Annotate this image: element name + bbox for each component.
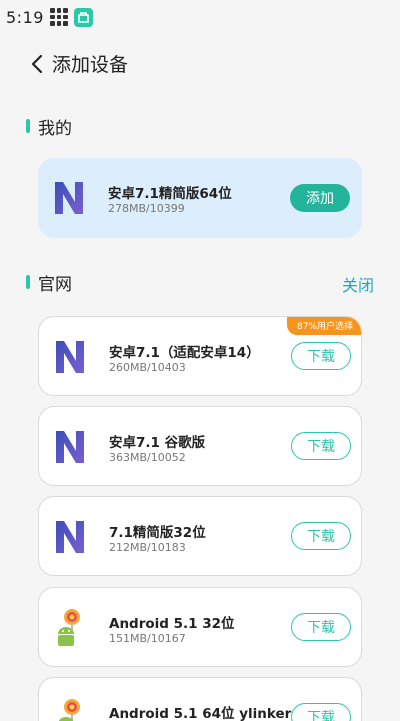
grid-icon bbox=[49, 8, 68, 26]
back-arrow-icon[interactable] bbox=[26, 52, 50, 76]
device-meta: 278MB/10399 bbox=[108, 202, 185, 215]
device-meta: 151MB/10167 bbox=[109, 632, 186, 645]
android-n-logo-icon bbox=[53, 429, 87, 465]
official-device-card[interactable]: 安卓7.1 谷歌版 363MB/10052 下载 bbox=[38, 406, 362, 486]
device-meta: 260MB/10403 bbox=[109, 361, 186, 374]
download-button[interactable]: 下载 bbox=[291, 432, 351, 460]
android-lollipop-logo-icon bbox=[53, 698, 87, 721]
android-n-logo-icon bbox=[53, 339, 87, 375]
official-device-card[interactable]: 87%用户选择 安卓7.1（适配安卓14） 260MB/10403 下载 bbox=[38, 316, 362, 396]
device-name: 7.1精简版32位 bbox=[109, 525, 206, 541]
status-time: 5:19 bbox=[6, 7, 44, 27]
section-marker bbox=[26, 275, 30, 289]
download-button[interactable]: 下载 bbox=[291, 342, 351, 370]
close-link[interactable]: 关闭 bbox=[342, 272, 374, 296]
download-button[interactable]: 下载 bbox=[291, 703, 351, 721]
official-device-card[interactable]: Android 5.1 32位 151MB/10167 下载 bbox=[38, 587, 362, 667]
device-name: 安卓7.1（适配安卓14） bbox=[109, 345, 260, 361]
section-official-title: 官网 bbox=[38, 275, 72, 295]
device-meta: 212MB/10183 bbox=[109, 541, 186, 554]
section-mine-title: 我的 bbox=[38, 119, 72, 139]
device-meta: 363MB/10052 bbox=[109, 451, 186, 464]
app-notification-icon bbox=[73, 7, 93, 27]
android-lollipop-logo-icon bbox=[53, 608, 87, 646]
page-title: 添加设备 bbox=[52, 54, 129, 76]
download-button[interactable]: 下载 bbox=[291, 613, 351, 641]
section-official-header: 官网 关闭 bbox=[0, 268, 400, 296]
android-n-logo-icon bbox=[52, 180, 86, 216]
device-name: 安卓7.1精简版64位 bbox=[108, 186, 232, 202]
official-device-card[interactable]: Android 5.1 64位 ylinker 下载 bbox=[38, 677, 362, 721]
download-button[interactable]: 下载 bbox=[291, 522, 351, 550]
add-button[interactable]: 添加 bbox=[290, 184, 350, 212]
device-name: Android 5.1 64位 ylinker bbox=[109, 706, 292, 721]
android-n-logo-icon bbox=[53, 519, 87, 555]
popular-badge: 87%用户选择 bbox=[286, 317, 361, 335]
section-mine-header: 我的 bbox=[0, 112, 400, 140]
status-bar: 5:19 bbox=[0, 0, 400, 34]
device-name: 安卓7.1 谷歌版 bbox=[109, 435, 206, 451]
device-name: Android 5.1 32位 bbox=[109, 616, 235, 632]
official-device-card[interactable]: 7.1精简版32位 212MB/10183 下载 bbox=[38, 496, 362, 576]
header: 添加设备 bbox=[0, 46, 400, 82]
section-marker bbox=[26, 119, 30, 133]
mine-device-card[interactable]: 安卓7.1精简版64位 278MB/10399 添加 bbox=[38, 158, 362, 238]
